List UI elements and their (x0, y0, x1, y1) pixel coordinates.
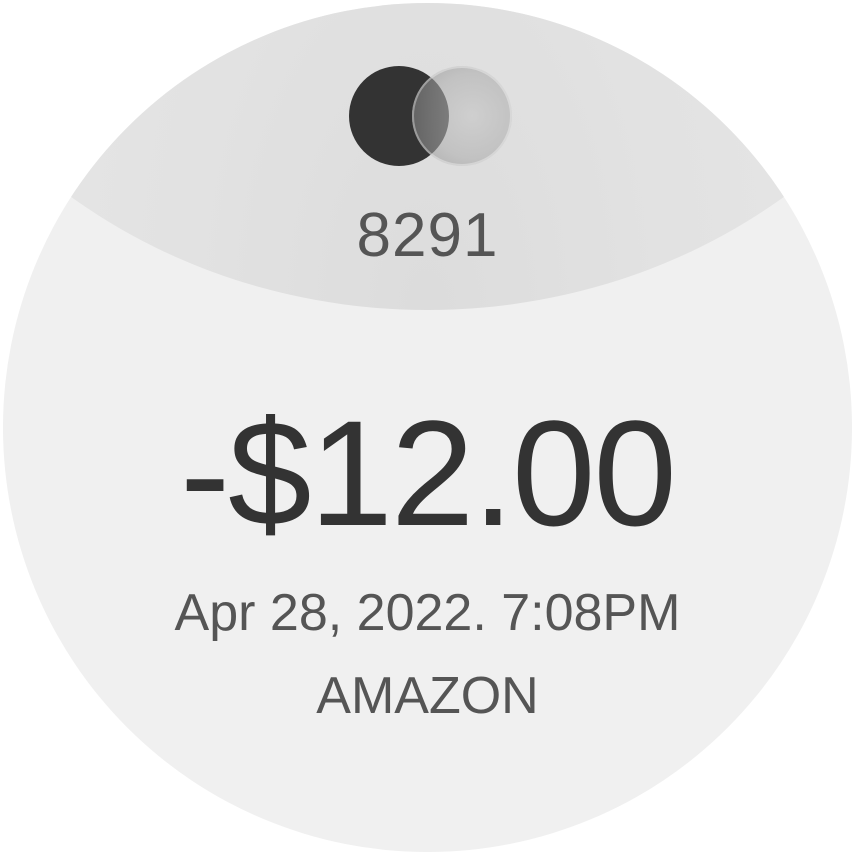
card-last-four-digits: 8291 (356, 201, 499, 270)
merchant-name: AMAZON (316, 667, 539, 725)
transaction-datetime: Apr 28, 2022. 7:08PM (174, 584, 681, 642)
transaction-detail-screen: 8291 -$12.00 Apr 28, 2022. 7:08PM AMAZON (3, 3, 852, 852)
transaction-amount: -$12.00 (180, 389, 677, 557)
card-network-logo-icon (346, 65, 512, 167)
